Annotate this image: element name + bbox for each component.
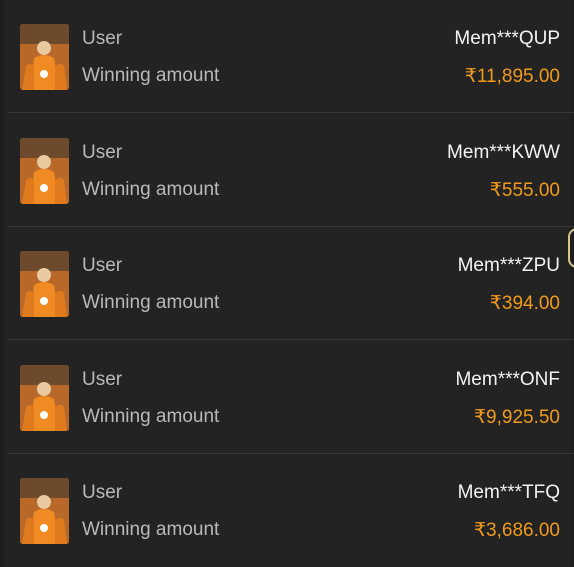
user-label: User: [82, 142, 123, 163]
game-thumbnail-icon: [20, 24, 69, 90]
winning-amount-label: Winning amount: [82, 179, 220, 200]
username-value: Mem***QUP: [454, 28, 560, 49]
list-item: User Mem***ONF Winning amount ₹9,925.50: [8, 341, 574, 454]
winning-amount-label: Winning amount: [82, 65, 220, 86]
username-value: Mem***ONF: [455, 369, 560, 390]
list-item: User Mem***QUP Winning amount ₹11,895.00: [8, 0, 574, 113]
winning-amount-value: ₹394.00: [489, 293, 560, 314]
username-value: Mem***ZPU: [457, 255, 560, 276]
user-label: User: [82, 369, 123, 390]
winning-amount-label: Winning amount: [82, 292, 220, 313]
game-thumbnail-icon: [20, 478, 69, 544]
winning-amount-value: ₹11,895.00: [464, 66, 560, 87]
username-value: Mem***KWW: [447, 142, 560, 163]
winners-list-panel: User Mem***QUP Winning amount ₹11,895.00…: [4, 0, 574, 567]
winning-amount-value: ₹9,925.50: [473, 407, 560, 428]
game-thumbnail-icon: [20, 138, 69, 204]
user-label: User: [82, 482, 123, 503]
list-item: User Mem***KWW Winning amount ₹555.00: [8, 114, 574, 227]
game-thumbnail-icon: [20, 251, 69, 317]
winning-amount-value: ₹3,686.00: [473, 520, 560, 541]
winning-amount-label: Winning amount: [82, 406, 220, 427]
list-item: User Mem***TFQ Winning amount ₹3,686.00: [8, 454, 574, 567]
winning-amount-label: Winning amount: [82, 519, 220, 540]
winning-amount-value: ₹555.00: [489, 180, 560, 201]
user-label: User: [82, 28, 123, 49]
game-thumbnail-icon: [20, 365, 69, 431]
user-label: User: [82, 255, 123, 276]
floating-button-edge[interactable]: [568, 228, 574, 268]
list-item: User Mem***ZPU Winning amount ₹394.00: [8, 227, 574, 340]
username-value: Mem***TFQ: [457, 482, 560, 503]
